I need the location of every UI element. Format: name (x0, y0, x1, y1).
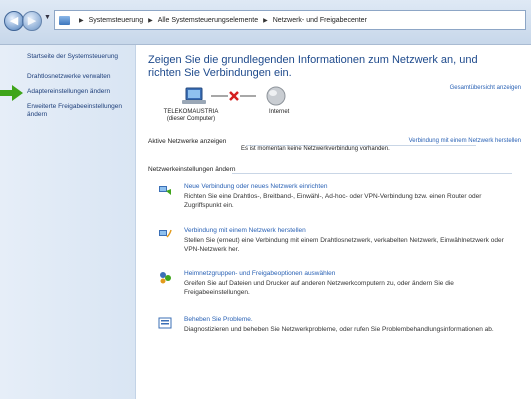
homegroup-link[interactable]: Heimnetzgruppen- und Freigabeoptionen au… (184, 270, 335, 277)
active-networks-heading: Aktive Netzwerke anzeigen (148, 138, 227, 145)
sidebar-item-manage-wireless[interactable]: Drahtlosnetzwerke verwalten (27, 73, 110, 81)
recent-pages-dropdown-icon[interactable]: ▼ (44, 14, 51, 21)
connection-status: Es ist momentan keine Netzwerkverbindung… (241, 146, 390, 152)
address-bar: ◀ ▶ ▼ ▶ Systemsteuerung ▶ Alle Systemste… (0, 0, 531, 45)
troubleshoot-link[interactable]: Beheben Sie Probleme. (184, 316, 253, 323)
main-content: Zeigen Sie die grundlegenden Information… (136, 45, 531, 399)
troubleshoot-icon (158, 317, 172, 329)
computer-name: TELEKOMAUSTRIA (163, 109, 219, 115)
connect-to-network-link[interactable]: Verbindung mit einem Netzwerk herstellen (409, 138, 521, 144)
breadcrumb-item-all-items[interactable]: Alle Systemsteuerungselemente (158, 17, 258, 24)
sidebar-item-advanced-sharing[interactable]: Erweiterte Freigabeeinstellungen ändern (27, 103, 127, 119)
disconnected-x-icon[interactable] (229, 91, 239, 101)
control-panel-icon (59, 15, 70, 25)
connect-network-link[interactable]: Verbindung mit einem Netzwerk herstellen (184, 227, 306, 234)
page-title: Zeigen Sie die grundlegenden Information… (148, 54, 478, 79)
connect-network-icon (159, 229, 172, 238)
network-settings-heading: Netzwerkeinstellungen ändern (148, 166, 236, 173)
breadcrumb-item-control-panel[interactable]: Systemsteuerung (89, 17, 143, 24)
chevron-right-icon[interactable]: ▶ (148, 17, 153, 24)
window: ◀ ▶ ▼ ▶ Systemsteuerung ▶ Alle Systemste… (0, 0, 531, 399)
new-connection-link[interactable]: Neue Verbindung oder neues Netzwerk einr… (184, 183, 327, 190)
homegroup-icon (160, 272, 171, 284)
back-button[interactable]: ◀ (4, 11, 24, 31)
breadcrumb-item-network-center[interactable]: Netzwerk- und Freigabecenter (273, 17, 367, 24)
highlight-arrow-icon (0, 85, 23, 101)
sidebar: Startseite der Systemsteuerung Drahtlosn… (0, 45, 136, 399)
connect-network-description: Stellen Sie (erneut) eine Verbindung mit… (184, 237, 504, 253)
internet-label: Internet (269, 109, 290, 115)
sidebar-item-adapter-settings[interactable]: Adaptereinstellungen ändern (27, 88, 110, 96)
computer-label: TELEKOMAUSTRIA (dieser Computer) (156, 109, 226, 123)
full-map-link[interactable]: Gesamtübersicht anzeigen (450, 85, 521, 91)
chevron-right-icon[interactable]: ▶ (263, 17, 268, 24)
breadcrumb[interactable]: ▶ Systemsteuerung ▶ Alle Systemsteuerung… (54, 10, 526, 30)
computer-subtitle: (dieser Computer) (166, 116, 216, 122)
troubleshoot-description: Diagnostizieren und beheben Sie Netzwerk… (184, 326, 494, 333)
chevron-right-icon[interactable]: ▶ (79, 17, 84, 24)
computer-icon[interactable] (182, 87, 206, 104)
forward-button[interactable]: ▶ (22, 11, 42, 31)
divider (232, 173, 512, 174)
sidebar-item-control-panel-home[interactable]: Startseite der Systemsteuerung (27, 53, 118, 61)
new-connection-icon (159, 186, 171, 195)
new-connection-description: Richten Sie eine Drahtlos-, Breitband-, … (184, 193, 482, 209)
homegroup-description: Greifen Sie auf Dateien und Drucker auf … (184, 280, 454, 296)
internet-globe-icon[interactable] (266, 86, 286, 106)
